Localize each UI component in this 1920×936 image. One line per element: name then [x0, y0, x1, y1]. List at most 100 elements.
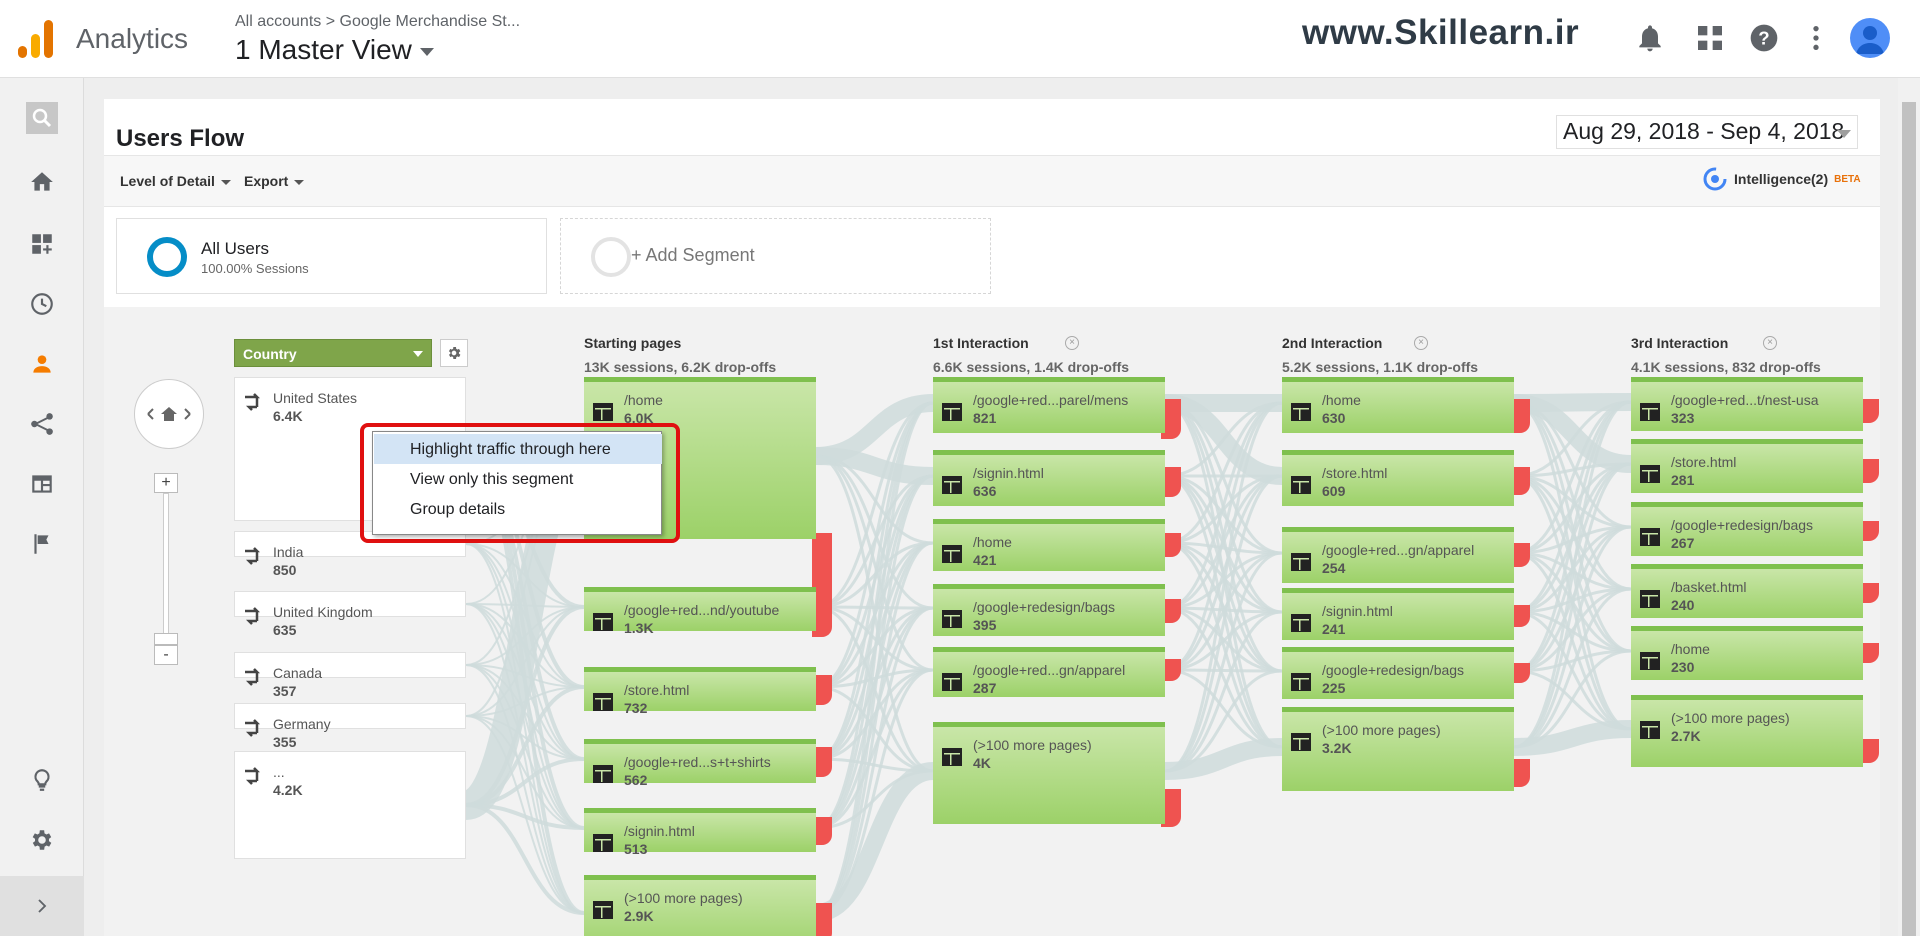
page-node[interactable]: (>100 more pages) 4K — [933, 722, 1165, 824]
node-value: 267 — [1671, 535, 1695, 551]
page-node[interactable]: /google+redesign/bags 225 — [1282, 647, 1514, 699]
country-node[interactable]: Germany 355 — [234, 703, 466, 750]
menu-item-group-details[interactable]: Group details — [374, 494, 662, 524]
country-node[interactable]: United Kingdom 635 — [234, 591, 466, 638]
chevron-right-icon — [38, 899, 47, 913]
page-node[interactable]: /home 630 — [1282, 377, 1514, 433]
nav-realtime[interactable] — [0, 276, 84, 332]
avatar[interactable] — [1850, 18, 1890, 58]
page-node[interactable]: /google+red...gn/apparel 287 — [933, 647, 1165, 697]
add-segment-button[interactable]: + Add Segment — [560, 218, 991, 294]
date-range-picker[interactable]: Aug 29, 2018 - Sep 4, 2018 — [1556, 115, 1858, 149]
remove-column-icon[interactable]: × — [1414, 336, 1428, 350]
remove-column-icon[interactable]: × — [1763, 336, 1777, 350]
zoom-in-button[interactable]: + — [154, 473, 178, 493]
node-label: /google+red...nd/youtube — [624, 602, 780, 618]
node-label: /google+redesign/bags — [1671, 517, 1814, 533]
nav-customization[interactable] — [0, 216, 84, 272]
page-node[interactable]: /google+redesign/bags 267 — [1631, 502, 1863, 556]
node-value: 1.3K — [624, 620, 654, 636]
page-icon — [1291, 673, 1311, 691]
page-node[interactable]: /basket.html 240 — [1631, 564, 1863, 618]
zoom-slider-handle[interactable] — [154, 633, 178, 645]
page-node[interactable]: /google+red...nd/youtube 1.3K — [584, 587, 816, 636]
page-icon — [1640, 590, 1660, 608]
zoom-slider[interactable] — [163, 493, 169, 645]
page-node[interactable]: /google+red...s+t+shirts 562 — [584, 739, 816, 788]
column-summary: 13K sessions, 6.2K drop-offs — [584, 359, 777, 375]
page-node[interactable]: (>100 more pages) 2.9K — [584, 875, 816, 936]
page-node[interactable]: /google+red...gn/apparel 254 — [1282, 527, 1514, 583]
chevron-down-icon — [294, 179, 305, 185]
column-title: 2nd Interaction — [1282, 335, 1383, 351]
bell-icon[interactable] — [1634, 22, 1666, 54]
country-node[interactable]: ... 4.2K — [234, 751, 466, 859]
menu-item-highlight-traffic[interactable]: Highlight traffic through here — [374, 434, 662, 464]
node-value: 630 — [1322, 410, 1346, 426]
dimension-label: Country — [243, 346, 297, 362]
view-name: 1 Master View — [235, 34, 412, 65]
page-node[interactable]: /signin.html 636 — [933, 450, 1165, 506]
nav-audience[interactable] — [0, 336, 84, 392]
clock-icon — [31, 293, 53, 315]
segment-ring-icon — [147, 237, 187, 277]
page-icon — [942, 403, 962, 421]
view-selector[interactable]: 1 Master View — [235, 34, 434, 66]
dimension-select[interactable]: Country — [234, 339, 432, 367]
page-node[interactable]: /store.html 281 — [1631, 439, 1863, 493]
page-icon — [942, 673, 962, 691]
level-of-detail-button[interactable]: Level of Detail — [120, 173, 231, 189]
level-of-detail-label: Level of Detail — [120, 173, 215, 189]
page-icon — [593, 765, 613, 783]
nav-acquisition[interactable] — [0, 396, 84, 452]
page-node[interactable]: /google+red...parel/mens 821 — [933, 377, 1165, 433]
users-flow-canvas[interactable]: + - Country Starting pages 13K sessions, … — [104, 307, 1880, 936]
page-node[interactable]: /google+redesign/bags 395 — [933, 584, 1165, 636]
page-icon — [593, 834, 613, 852]
nav-admin[interactable] — [0, 812, 84, 868]
export-button[interactable]: Export — [244, 173, 305, 189]
page-node[interactable]: /store.html 609 — [1282, 450, 1514, 506]
analytics-logo-icon[interactable] — [18, 20, 54, 58]
country-node[interactable]: Canada 357 — [234, 652, 466, 699]
help-icon[interactable]: ? — [1748, 22, 1780, 54]
svg-text:?: ? — [1758, 28, 1769, 49]
page-icon — [942, 476, 962, 494]
page-node[interactable]: (>100 more pages) 3.2K — [1282, 707, 1514, 791]
page-icon — [1640, 403, 1660, 421]
column-title: 3rd Interaction — [1631, 335, 1729, 351]
node-value: 230 — [1671, 659, 1695, 675]
dashboard-icon — [32, 234, 52, 254]
intelligence-label: Intelligence(2) — [1734, 171, 1829, 187]
nav-home[interactable] — [0, 154, 84, 210]
page-node[interactable]: /signin.html 241 — [1282, 588, 1514, 640]
page-node[interactable]: /store.html 732 — [584, 667, 816, 716]
node-value: 287 — [973, 680, 997, 696]
nav-expand-button[interactable] — [0, 876, 84, 936]
dimension-settings-button[interactable] — [440, 339, 468, 367]
breadcrumb[interactable]: All accounts > Google Merchandise St... — [235, 13, 520, 31]
more-vert-icon[interactable] — [1800, 22, 1832, 54]
menu-item-view-segment[interactable]: View only this segment — [374, 464, 662, 494]
nav-search[interactable] — [0, 90, 84, 146]
segment-all-users[interactable]: All Users 100.00% Sessions — [116, 218, 547, 294]
page-node[interactable]: /home 230 — [1631, 626, 1863, 680]
page-icon — [593, 403, 613, 421]
nav-behavior[interactable] — [0, 456, 84, 512]
remove-column-icon[interactable]: × — [1065, 336, 1079, 350]
node-value: 821 — [973, 410, 997, 426]
page-node[interactable]: (>100 more pages) 2.7K — [1631, 695, 1863, 767]
nav-discover[interactable] — [0, 752, 84, 808]
page-node[interactable]: /signin.html 513 — [584, 808, 816, 857]
page-node[interactable]: /google+red...t/nest-usa 323 — [1631, 377, 1863, 431]
page-node[interactable]: /home 421 — [933, 519, 1165, 571]
node-label: /home — [973, 534, 1012, 550]
zoom-out-button[interactable]: - — [154, 645, 178, 665]
apps-grid-icon[interactable] — [1694, 22, 1726, 54]
page-scrollbar[interactable] — [1898, 78, 1920, 936]
pan-home-control[interactable] — [134, 379, 204, 449]
intelligence-button[interactable]: Intelligence(2) BETA — [1702, 166, 1861, 192]
nav-conversions[interactable] — [0, 516, 84, 572]
scrollbar-thumb[interactable] — [1902, 102, 1916, 936]
node-label: /signin.html — [973, 465, 1044, 481]
